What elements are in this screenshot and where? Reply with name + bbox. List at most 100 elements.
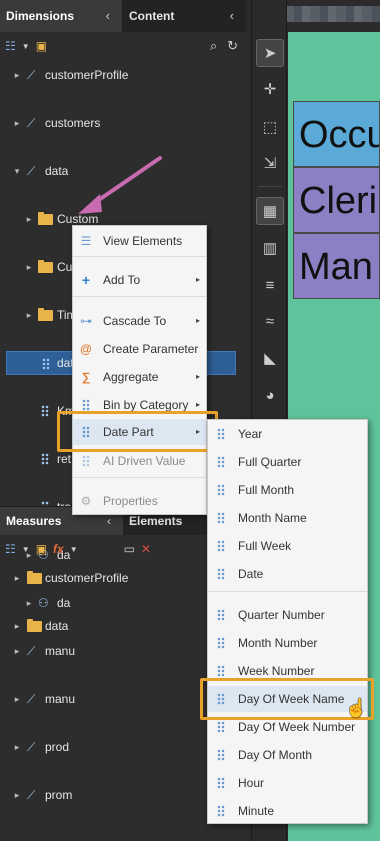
- menu-item-add-to[interactable]: + Add To ▸: [73, 267, 206, 293]
- menu-item-label: Cascade To: [103, 314, 167, 328]
- menu-item-aggregate[interactable]: ∑ Aggregate ▸: [73, 364, 206, 390]
- date-level-icon: [217, 428, 225, 440]
- date-level-icon: [217, 540, 225, 552]
- date-level-icon: [217, 777, 225, 789]
- submenu-item-day-of-week-name[interactable]: Day Of Week Name: [208, 686, 367, 712]
- expand-caret-icon[interactable]: ▸: [12, 566, 22, 590]
- cube-settings-icon[interactable]: ▣: [36, 542, 47, 556]
- menu-item-label: AI Driven Value: [103, 454, 186, 468]
- gear-icon: ⚙: [80, 494, 92, 508]
- cube-icon: ⟋: [27, 116, 36, 130]
- menu-item-label: Properties: [103, 494, 158, 508]
- area-chart-icon[interactable]: ◣: [256, 345, 284, 373]
- select-pointer-icon[interactable]: ➤: [256, 39, 284, 67]
- menu-divider: [73, 296, 206, 297]
- marquee-select-icon[interactable]: ⬚: [256, 114, 284, 142]
- expand-caret-icon[interactable]: ▸: [12, 735, 22, 759]
- delete-icon[interactable]: ✕: [141, 542, 151, 556]
- submenu-item-month-name[interactable]: Month Name: [208, 505, 367, 531]
- tree-item-label: prod: [45, 740, 70, 754]
- tool-divider: [258, 186, 282, 187]
- refresh-icon[interactable]: ↻: [227, 38, 238, 54]
- cube-settings-icon[interactable]: ▣: [36, 39, 47, 53]
- pie-chart-icon[interactable]: ◕: [256, 382, 284, 410]
- menu-item-create-parameter[interactable]: @ Create Parameter: [73, 336, 206, 362]
- submenu-item-quarter-number[interactable]: Quarter Number: [208, 602, 367, 628]
- menu-item-view-elements[interactable]: ☰ View Elements: [73, 228, 206, 254]
- drill-pointer-icon[interactable]: ⇲: [256, 150, 284, 178]
- search-icon[interactable]: ⌕: [210, 38, 217, 54]
- horizontal-bar-icon[interactable]: ≡: [256, 272, 284, 300]
- date-level-icon: [217, 568, 225, 580]
- chevron-down-icon[interactable]: ▼: [22, 42, 30, 51]
- menu-item-cascade-to[interactable]: ⊶ Cascade To ▸: [73, 308, 206, 334]
- submenu-item-month-number[interactable]: Month Number: [208, 630, 367, 656]
- cube-icon: ⟋: [27, 740, 36, 754]
- tree-view-icon[interactable]: ☷: [5, 39, 16, 53]
- tree-item[interactable]: ▸ ⟋ customerProfile: [0, 63, 246, 87]
- expand-caret-icon[interactable]: ▸: [12, 111, 22, 135]
- dimensions-toolbar: ☷ ▼ ▣ ⌕ ↻: [0, 33, 246, 59]
- submenu-item-date[interactable]: Date: [208, 561, 367, 587]
- expand-caret-icon[interactable]: ▸: [24, 207, 34, 231]
- submenu-item-year[interactable]: Year: [208, 421, 367, 447]
- tab-content[interactable]: Content ‹: [123, 0, 246, 32]
- cube-icon: ⟋: [27, 788, 36, 802]
- cascade-icon: ⊶: [80, 314, 92, 328]
- cube-icon: ⟋: [27, 692, 36, 706]
- formula-icon[interactable]: fx: [53, 542, 64, 556]
- chevron-down-icon[interactable]: ▼: [70, 545, 78, 554]
- menu-item-ai-driven-value[interactable]: AI Driven Value: [73, 448, 206, 474]
- expand-caret-icon[interactable]: ▸: [24, 303, 34, 327]
- date-level-icon: [217, 609, 225, 621]
- table-cell: Occu: [293, 101, 380, 167]
- tab-content-label: Content: [129, 9, 175, 23]
- submenu-item-day-of-week-number[interactable]: Day Of Week Number: [208, 714, 367, 740]
- cube-icon: ⟋: [27, 164, 36, 178]
- submenu-item-label: Quarter Number: [238, 608, 325, 622]
- folder-icon: [27, 571, 42, 584]
- bar-chart-icon[interactable]: ▥: [256, 235, 284, 263]
- view-elements-icon: ☰: [80, 234, 92, 248]
- menu-item-date-part[interactable]: Date Part ▸: [73, 419, 206, 445]
- menu-item-properties[interactable]: ⚙ Properties: [73, 488, 206, 514]
- submenu-item-hour[interactable]: Hour: [208, 770, 367, 796]
- tree-item-label: manu: [45, 692, 76, 706]
- submenu-item-full-month[interactable]: Full Month: [208, 477, 367, 503]
- tree-item[interactable]: ▸ ⟋ customers: [0, 111, 246, 135]
- collapse-chevron-icon[interactable]: ‹: [106, 0, 110, 32]
- submenu-arrow-icon: ▸: [195, 372, 200, 381]
- submenu-item-full-week[interactable]: Full Week: [208, 533, 367, 559]
- expand-caret-icon[interactable]: ▸: [24, 255, 34, 279]
- tree-item-label: manu: [45, 644, 76, 658]
- submenu-item-minute[interactable]: Minute: [208, 798, 367, 824]
- chevron-down-icon[interactable]: ▼: [22, 545, 30, 554]
- tree-item[interactable]: ▾ ⟋ data: [0, 159, 246, 183]
- tab-dimensions[interactable]: Dimensions ‹: [0, 0, 123, 32]
- date-level-icon: [217, 456, 225, 468]
- tree-view-icon[interactable]: ☷: [5, 542, 16, 556]
- expand-caret-icon[interactable]: ▸: [12, 783, 22, 807]
- submenu-item-day-of-month[interactable]: Day Of Month: [208, 742, 367, 768]
- submenu-item-full-quarter[interactable]: Full Quarter: [208, 449, 367, 475]
- calculated-field-icon[interactable]: ▭: [124, 542, 135, 556]
- grid-table-icon[interactable]: ▦: [256, 197, 284, 225]
- expand-caret-icon[interactable]: ▸: [12, 614, 22, 638]
- menu-item-bin-by-category[interactable]: Bin by Category ▸: [73, 392, 206, 418]
- collapse-chevron-icon[interactable]: ‹: [230, 0, 234, 32]
- submenu-item-label: Day Of Week Name: [238, 692, 345, 706]
- expand-caret-icon[interactable]: ▸: [12, 63, 22, 87]
- folder-icon: [38, 212, 53, 225]
- submenu-arrow-icon: ▸: [195, 275, 200, 284]
- collapse-caret-icon[interactable]: ▾: [12, 159, 22, 183]
- date-level-icon: [217, 805, 225, 817]
- cube-icon: ⟋: [27, 68, 36, 82]
- submenu-item-week-number[interactable]: Week Number: [208, 658, 367, 684]
- line-chart-icon[interactable]: ≈: [256, 308, 284, 336]
- redacted-title: [284, 6, 380, 22]
- menu-item-label: Date Part: [103, 425, 154, 439]
- move-icon[interactable]: ✛: [256, 76, 284, 104]
- submenu-arrow-icon: ▸: [195, 427, 200, 436]
- expand-caret-icon[interactable]: ▸: [12, 687, 22, 711]
- expand-caret-icon[interactable]: ▸: [12, 639, 22, 663]
